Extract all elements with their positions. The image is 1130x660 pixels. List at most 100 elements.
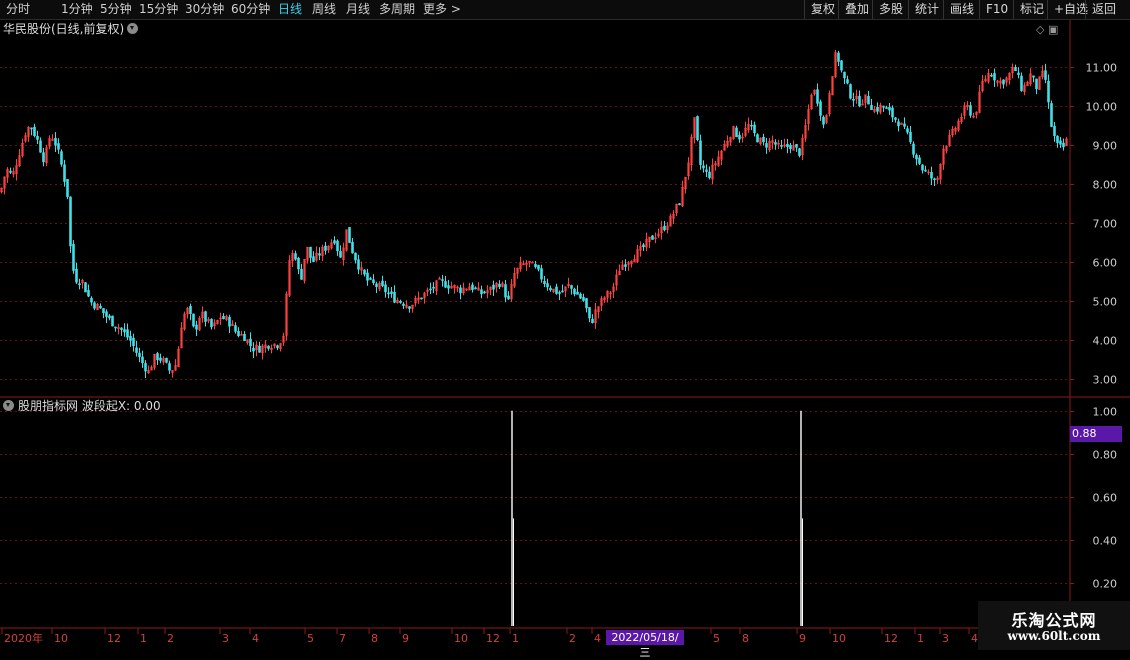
candle-body (105, 311, 108, 317)
candle-body (852, 98, 855, 101)
candle-body (624, 264, 627, 267)
candle-body (696, 116, 699, 141)
candle-body (651, 235, 654, 240)
candle-body (66, 179, 69, 197)
candle-body (990, 74, 993, 77)
candle-body (168, 363, 171, 371)
candle-body (57, 143, 60, 150)
candle-body (99, 305, 102, 309)
candle-body (735, 127, 738, 138)
price-tick-labels: 3.00 4.00 5.00 6.00 7.00 8.00 9.00 10.00 11.00 (1070, 62, 1117, 387)
candle-body (372, 279, 375, 284)
candle-body (357, 259, 360, 270)
candle-body (471, 284, 474, 290)
candle-body (1017, 72, 1020, 75)
price-tick-label: 7.00 (1093, 218, 1118, 231)
candle-body (420, 297, 423, 300)
date-axis-label: 2020年 (4, 631, 43, 645)
candle-body (705, 169, 708, 172)
candle-body (579, 293, 582, 299)
date-axis-label: 8 (742, 632, 749, 645)
date-axis-labels: 2020年 10 12 1 2 3 4 5 7 8 9 10 12 1 2 4 5 8 9 10 12 1 3 4 (1, 628, 978, 645)
candle-body (816, 89, 819, 104)
candle-body (408, 306, 411, 309)
price-tick-label: 6.00 (1093, 257, 1118, 270)
candle-body (543, 281, 546, 284)
candle-body (447, 285, 450, 289)
candle-body (540, 268, 543, 280)
candle-body (903, 123, 906, 127)
candle-body (192, 313, 195, 327)
candle-body (438, 278, 441, 280)
candle-body (114, 326, 117, 329)
candle-body (441, 279, 444, 281)
candle-body (144, 363, 147, 372)
candle-body (324, 245, 327, 251)
candle-body (483, 291, 486, 294)
candle-body (297, 257, 300, 270)
candle-body (204, 311, 207, 322)
candle-body (402, 303, 405, 306)
candle-body (906, 128, 909, 133)
price-grid (0, 67, 1070, 380)
candle-body (867, 96, 870, 105)
candle-body (870, 105, 873, 110)
candle-body (837, 52, 840, 62)
candle-body (570, 285, 573, 289)
candle-body (1032, 75, 1035, 78)
candle-body (276, 345, 279, 349)
candle-body (1053, 125, 1056, 136)
candle-body (129, 335, 132, 341)
candle-body (390, 291, 393, 294)
indicator-tick-label: 1.00 (1093, 406, 1118, 419)
candle-body (891, 107, 894, 118)
indicator-title[interactable]: 股朋指标网 波段起X: 0.00 (3, 399, 161, 413)
candle-body (897, 121, 900, 127)
candle-body (642, 244, 645, 248)
date-axis-label: 9 (799, 632, 806, 645)
indicator-grid (0, 411, 1070, 584)
candle-body (234, 325, 237, 332)
candle-body (534, 264, 537, 267)
candle-body (699, 140, 702, 165)
chart-canvas[interactable]: 3.004.005.006.007.008.009.0010.0011.00 0… (0, 0, 1130, 650)
candle-body (126, 329, 129, 338)
candle-body (228, 316, 231, 327)
date-axis-label: 2 (167, 632, 174, 645)
candle-body (1047, 80, 1050, 103)
candle-body (789, 145, 792, 150)
candle-body (348, 227, 351, 243)
chevron-down-icon[interactable] (3, 400, 14, 411)
date-axis-label: 10 (454, 632, 468, 645)
candle-body (459, 287, 462, 294)
candle-body (249, 338, 252, 347)
candle-body (885, 107, 888, 109)
candle-body (546, 283, 549, 288)
indicator-tick-label: 0.60 (1093, 492, 1118, 505)
candle-body (888, 107, 891, 111)
candle-body (993, 73, 996, 81)
candle-body (774, 142, 777, 145)
candle-body (195, 324, 198, 330)
candle-body (318, 253, 321, 256)
candle-body (363, 269, 366, 275)
candle-body (555, 286, 558, 294)
candle-body (582, 297, 585, 301)
candle-body (111, 315, 114, 327)
candle-body (351, 241, 354, 254)
price-tick-label: 9.00 (1093, 140, 1118, 153)
candle-body (75, 268, 78, 283)
price-tick-label: 3.00 (1093, 374, 1118, 387)
candle-body (765, 143, 768, 148)
candle-body (210, 318, 213, 328)
date-axis-label: 1 (140, 632, 147, 645)
candle-body (108, 315, 111, 319)
candle-body (84, 282, 87, 293)
candle-body (333, 240, 336, 244)
candle-body (753, 124, 756, 134)
candle-body (252, 347, 255, 352)
price-tick-label: 8.00 (1093, 179, 1118, 192)
candle-body (159, 357, 162, 361)
candle-body (294, 253, 297, 260)
date-axis-label: 5 (713, 632, 720, 645)
